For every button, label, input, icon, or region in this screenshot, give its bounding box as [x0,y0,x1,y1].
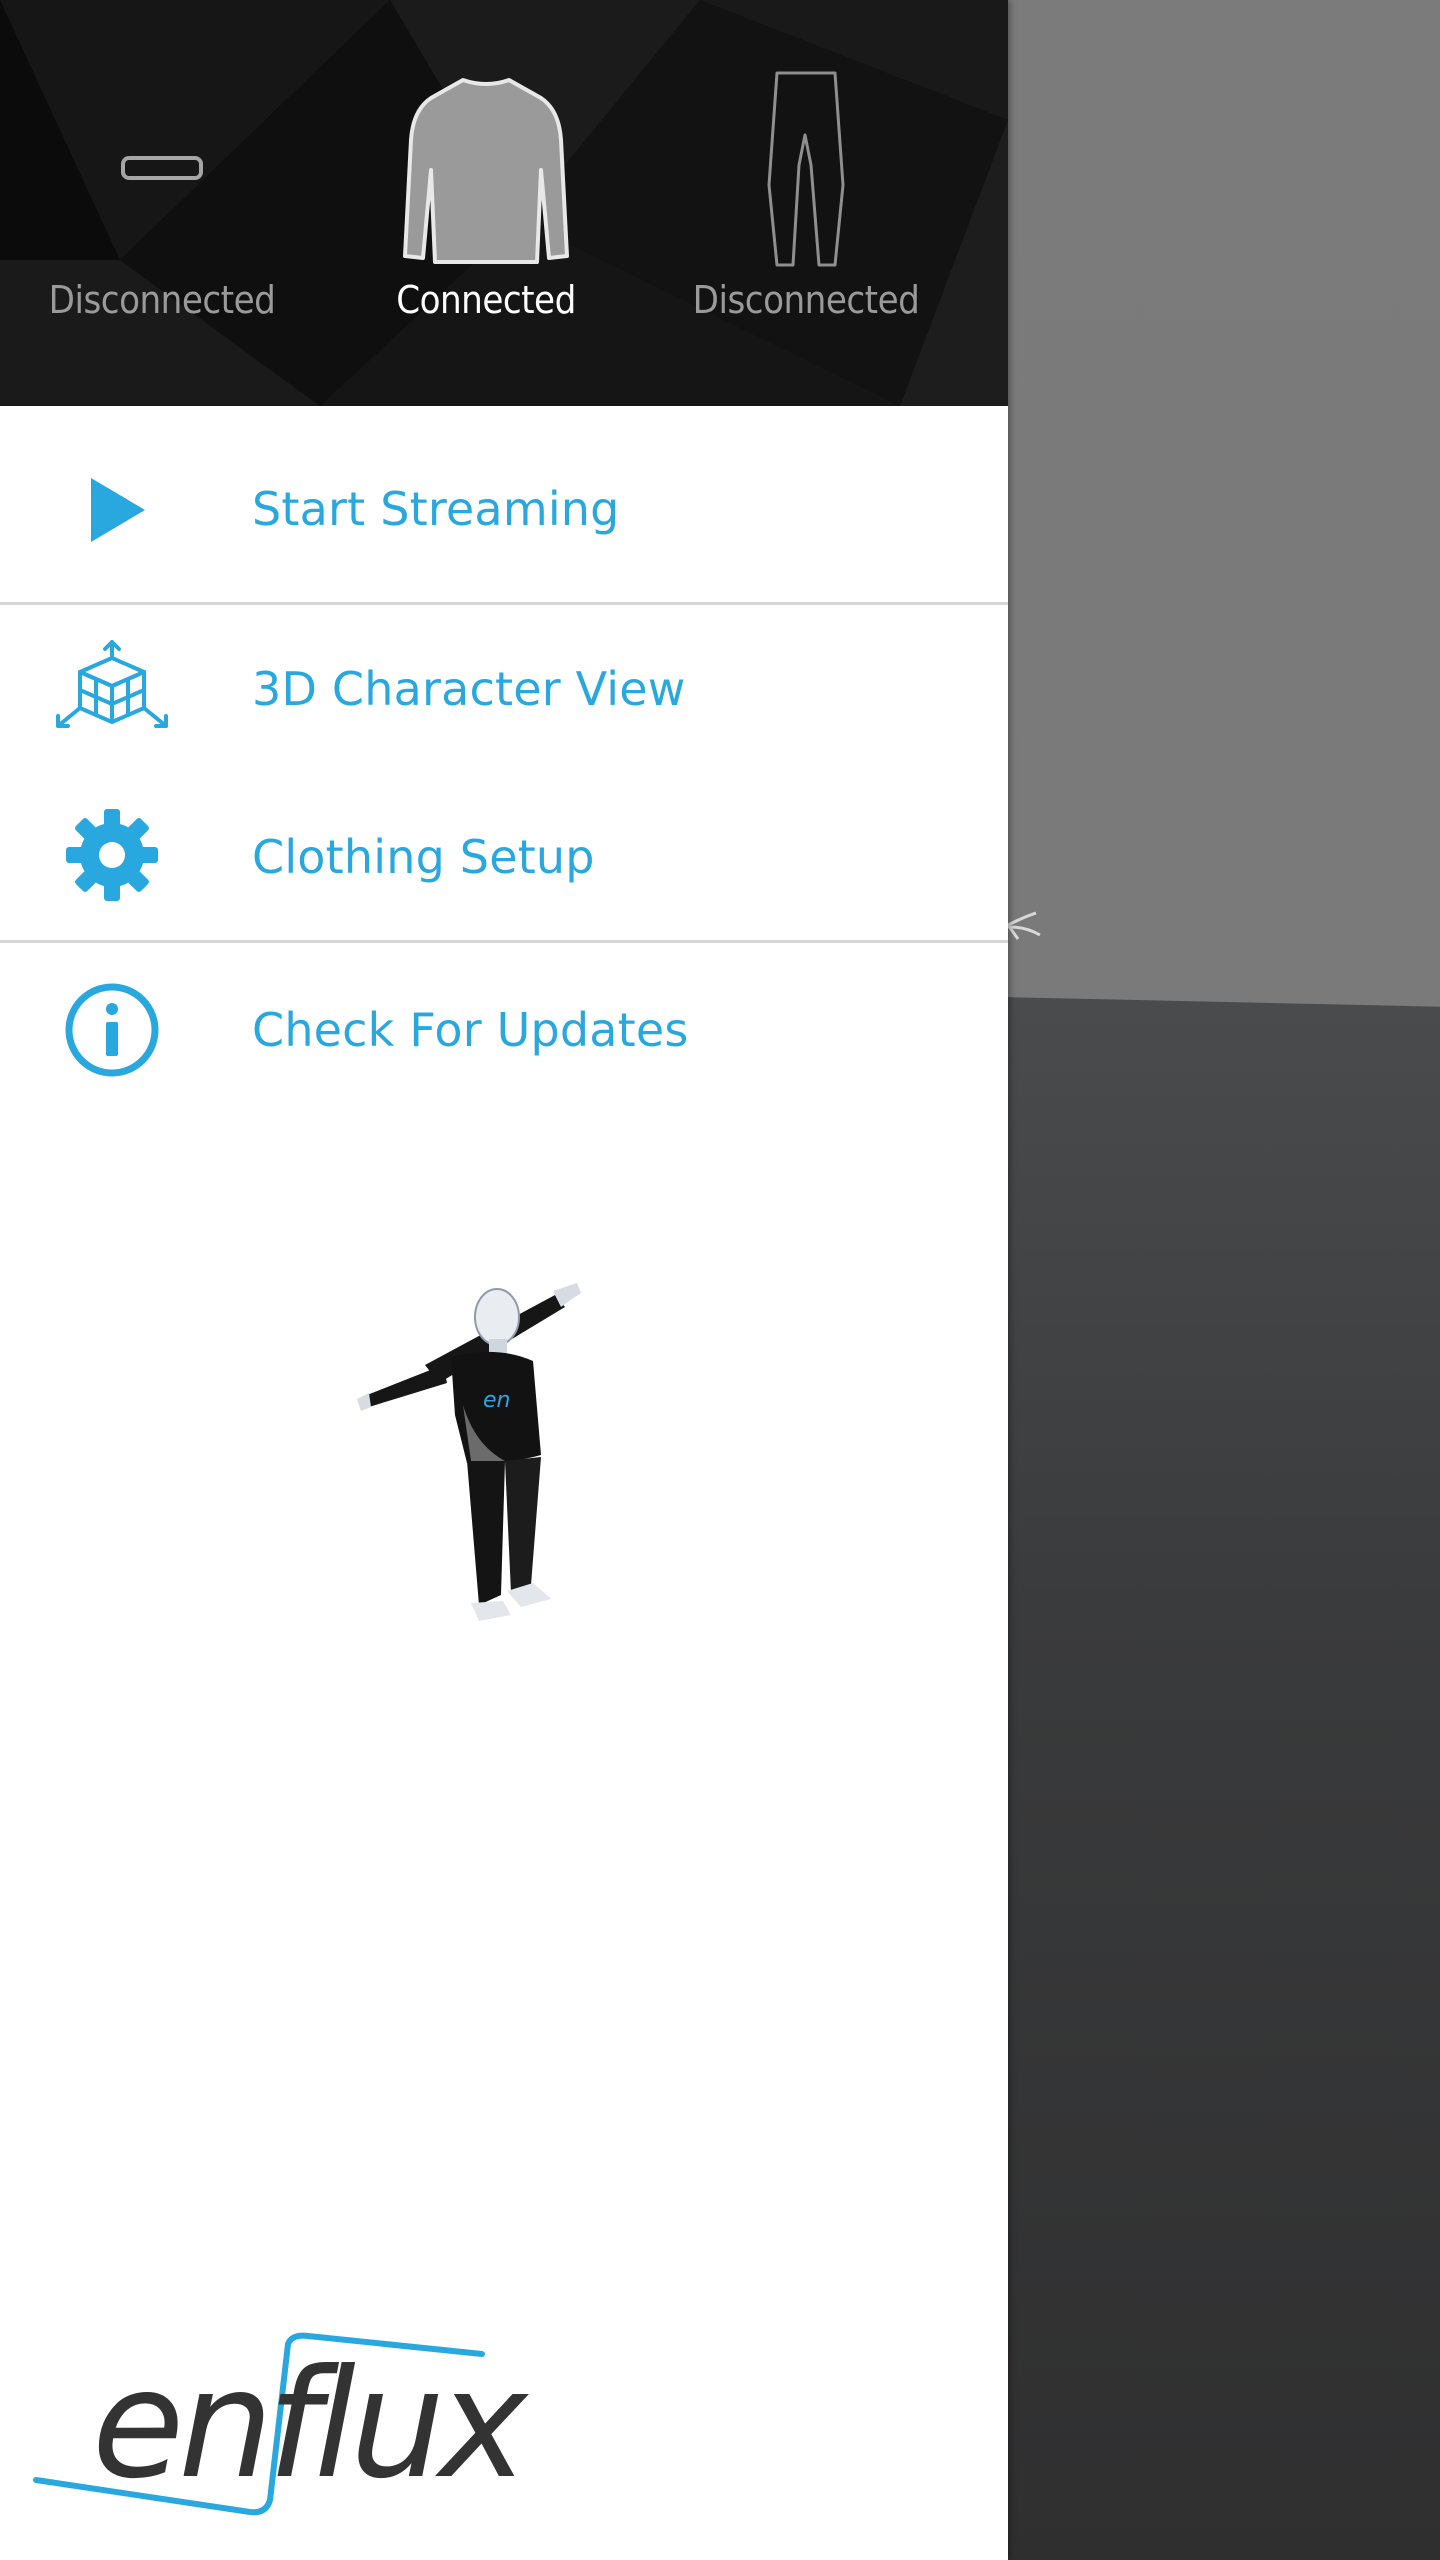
shirt-status-label: Connected [396,278,576,322]
menu-label-check-for-updates: Check For Updates [252,1003,689,1057]
shirt-icon-wrap [326,60,646,280]
shirt-icon [403,78,569,264]
belt-sensor[interactable]: Disconnected [2,0,322,406]
belt-icon [121,156,203,180]
pants-status-label: Disconnected [692,278,920,322]
shirt-sensor[interactable]: Connected [326,0,646,406]
character-hand-fragment [1006,911,1041,940]
cube-axes-icon [52,630,172,750]
pants-icon [767,71,845,267]
info-icon [52,970,172,1090]
pants-sensor[interactable]: Disconnected [646,0,966,406]
menu-label-start-streaming: Start Streaming [252,482,620,536]
menu-label-3d-character-view: 3D Character View [252,662,686,716]
svg-text:en: en [483,1388,510,1413]
gear-icon [52,795,172,915]
menu-item-check-for-updates[interactable]: Check For Updates [0,945,1008,1115]
belt-icon-wrap [2,60,322,280]
app-screen: Disconnected Connected Disconnected Star… [0,0,1440,2560]
play-icon [58,450,178,570]
character-model-image: en [357,1283,581,1621]
menu-divider [0,602,1008,605]
logo-wordmark: enflux [92,2338,528,2512]
menu-item-clothing-setup[interactable]: Clothing Setup [0,770,1008,940]
menu-label-clothing-setup: Clothing Setup [252,830,595,884]
enflux-logo: enflux [30,2330,528,2520]
menu-item-3d-character-view[interactable]: 3D Character View [0,610,1008,770]
navigation-drawer: Disconnected Connected Disconnected Star… [0,0,1008,2560]
pants-icon-wrap [646,60,966,280]
belt-status-label: Disconnected [48,278,276,322]
drawer-header: Disconnected Connected Disconnected [0,0,1008,406]
menu-divider [0,940,1008,943]
menu-item-start-streaming[interactable]: Start Streaming [0,420,1008,600]
